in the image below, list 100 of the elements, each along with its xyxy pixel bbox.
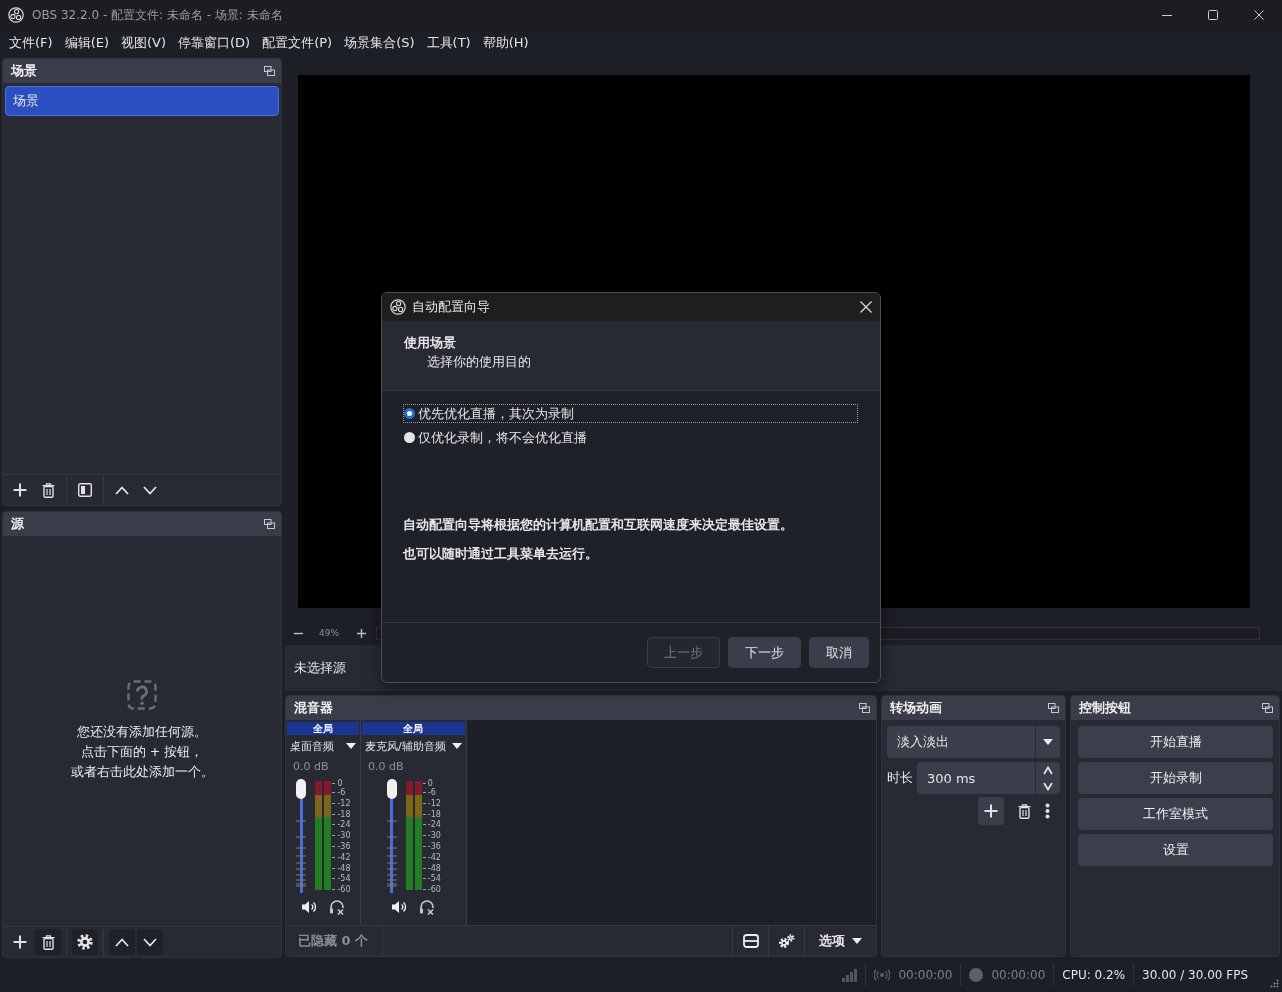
headphones-off-icon[interactable] — [329, 899, 345, 915]
control-button[interactable]: 设置 — [1078, 834, 1273, 866]
scale-label: -54 — [332, 874, 351, 884]
chevron-up-icon[interactable] — [115, 485, 129, 495]
options-button[interactable]: 选项 — [804, 926, 876, 956]
scope-label: 全局 — [287, 722, 359, 735]
question-icon — [127, 680, 157, 710]
control-button[interactable]: 工作室模式 — [1078, 798, 1273, 830]
trash-icon[interactable] — [41, 482, 55, 498]
caret-icon[interactable] — [451, 743, 462, 749]
dialog-button[interactable]: 下一步 — [728, 637, 801, 668]
move-up-button[interactable] — [109, 929, 135, 955]
close-icon[interactable] — [1254, 10, 1264, 20]
scene-item[interactable]: 场景 — [5, 86, 279, 116]
plus-icon[interactable] — [984, 804, 998, 818]
page-heading: 使用场景 — [404, 334, 457, 352]
trash-icon[interactable] — [41, 934, 55, 950]
plus-icon[interactable] — [13, 935, 27, 949]
scale-label: -48 — [422, 863, 441, 873]
scale-label: -24 — [332, 820, 351, 830]
plus-icon[interactable] — [357, 628, 366, 638]
control-button[interactable]: 开始录制 — [1078, 762, 1273, 794]
zoom-level: 49% — [319, 628, 339, 638]
gear-icon[interactable] — [77, 934, 93, 950]
chevron-down-icon[interactable] — [143, 485, 157, 495]
volume-slider[interactable] — [295, 779, 308, 893]
chevron-up-icon[interactable] — [115, 937, 129, 947]
menu-item[interactable]: 视图(V) — [115, 32, 173, 54]
info-text: 也可以随时通过工具菜单去运行。 — [403, 545, 599, 563]
scale-label: -6 — [422, 788, 441, 797]
close-icon[interactable] — [860, 301, 872, 313]
scale-label: -12 — [422, 798, 441, 808]
scale-label: -6 — [332, 788, 351, 797]
move-down-button[interactable] — [137, 929, 163, 955]
signal-bars-icon — [842, 968, 858, 982]
more-icon[interactable] — [1045, 803, 1050, 819]
menu-item[interactable]: 编辑(E) — [58, 32, 115, 54]
volume-slider[interactable] — [385, 779, 398, 893]
scale-label: -48 — [332, 863, 351, 873]
control-button[interactable]: 开始直播 — [1078, 726, 1273, 758]
radio-label[interactable]: 仅优化录制，将不会优化直播 — [418, 428, 587, 447]
trash-icon[interactable] — [1018, 803, 1031, 819]
split-square-icon[interactable] — [78, 483, 92, 497]
menu-item[interactable]: 文件(F) — [3, 32, 59, 54]
float-window-icon[interactable] — [1048, 703, 1059, 713]
properties-button[interactable] — [72, 929, 98, 955]
channel-name: 麦克风/辅助音频 — [365, 738, 446, 754]
slider-thumb[interactable] — [296, 779, 307, 799]
menu-item[interactable]: 工具(T) — [420, 32, 477, 54]
scale-label: 0 — [332, 779, 351, 788]
duration-label: 时长 — [887, 769, 914, 787]
speaker-icon[interactable] — [301, 900, 317, 914]
headphones-off-icon[interactable] — [419, 899, 436, 915]
maximize-icon[interactable] — [1208, 10, 1218, 20]
scope-label: 全局 — [362, 722, 465, 735]
panel-title: 混音器 — [294, 699, 333, 717]
volume-readout: 0.0 dB — [367, 759, 405, 775]
float-window-icon[interactable] — [1262, 703, 1273, 713]
add-button[interactable] — [978, 797, 1004, 825]
speaker-icon[interactable] — [391, 900, 408, 914]
panel-title: 转场动画 — [890, 699, 942, 717]
record-timer: 00:00:00 — [991, 968, 1046, 982]
chevron-up-icon[interactable] — [1043, 765, 1053, 775]
delete-button[interactable] — [35, 929, 61, 955]
panel-title: 源 — [11, 515, 24, 533]
caret-icon — [852, 938, 862, 944]
layout-icon[interactable] — [742, 934, 759, 948]
radio-button[interactable] — [404, 432, 415, 443]
chevron-down-icon[interactable] — [143, 937, 157, 947]
float-window-icon[interactable] — [264, 66, 275, 76]
slider-thumb[interactable] — [386, 779, 397, 799]
scale-label: -24 — [422, 820, 441, 830]
plus-icon[interactable] — [13, 483, 27, 497]
scale-label: -60 — [332, 885, 351, 895]
scale-label: -18 — [422, 809, 441, 819]
scale-label: -12 — [332, 798, 351, 808]
transition-dropdown[interactable]: 淡入淡出 — [887, 726, 1060, 758]
chevron-down-icon[interactable] — [1043, 781, 1053, 791]
scale-label: -54 — [422, 874, 441, 884]
radio-button[interactable] — [404, 408, 415, 419]
scale-label: -42 — [332, 852, 351, 862]
record-dot-icon — [969, 968, 984, 982]
float-window-icon[interactable] — [264, 519, 275, 529]
dialog-title: 自动配置向导 — [412, 298, 491, 316]
dialog-button[interactable]: 取消 — [809, 637, 869, 668]
menu-item[interactable]: 停靠窗口(D) — [172, 32, 257, 54]
panel-title: 场景 — [11, 62, 37, 80]
duration-spinbox[interactable]: 300 ms — [917, 762, 1060, 794]
info-text: 自动配置向导将根据您的计算机配置和互联网速度来决定最佳设置。 — [403, 516, 794, 534]
hidden-count-label: 已隐藏 0 个 — [286, 926, 384, 956]
float-window-icon[interactable] — [859, 703, 870, 713]
scale-label: -60 — [422, 885, 441, 895]
caret-icon[interactable] — [346, 743, 356, 749]
menu-item[interactable]: 场景集合(S) — [338, 32, 421, 54]
channel-name: 桌面音频 — [290, 738, 334, 754]
gears-icon[interactable] — [778, 933, 795, 949]
menu-item[interactable]: 配置文件(P) — [256, 32, 339, 54]
menu-item[interactable]: 帮助(H) — [476, 32, 535, 54]
logo-icon — [390, 299, 406, 315]
resize-grip-icon[interactable] — [1270, 979, 1279, 988]
